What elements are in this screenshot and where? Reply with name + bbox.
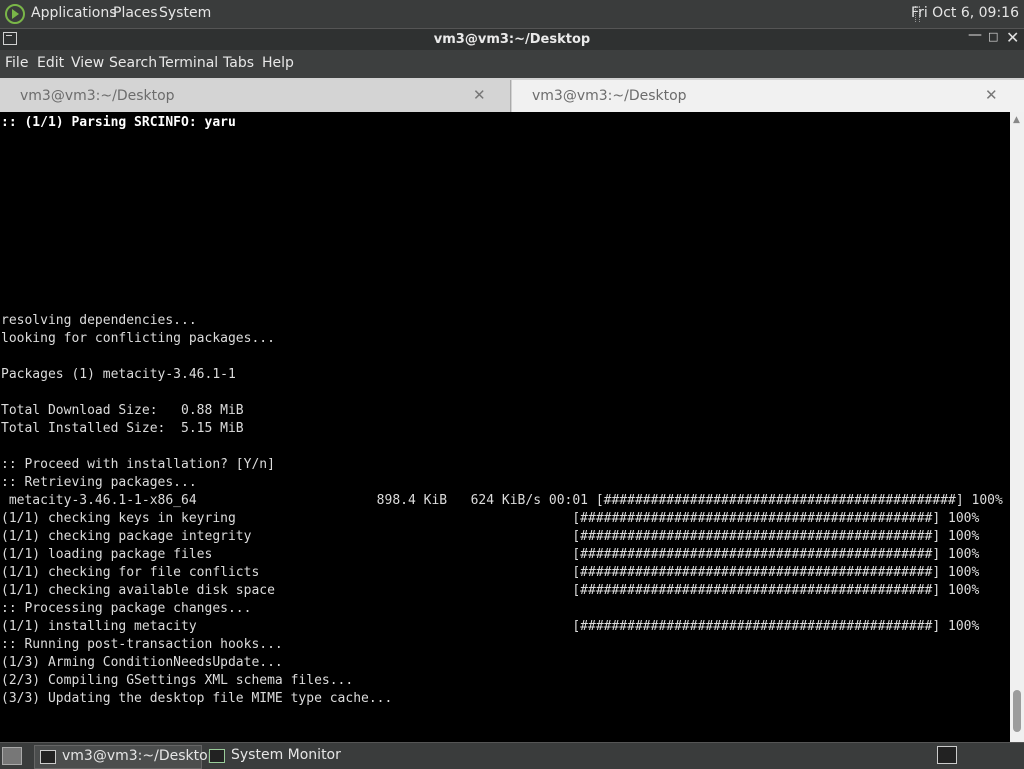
places-menu[interactable]: Places: [113, 5, 158, 21]
task-label: System Monitor: [231, 747, 341, 763]
tab-label: vm3@vm3:~/Desktop: [532, 88, 687, 104]
menu-tabs[interactable]: Tabs: [223, 55, 254, 71]
terminal-header-line: :: (1/1) Parsing SRCINFO: yaru: [1, 115, 236, 130]
close-icon[interactable]: ✕: [473, 86, 486, 104]
menu-terminal[interactable]: Terminal: [159, 55, 218, 71]
scrollbar-thumb[interactable]: [1013, 690, 1021, 732]
distro-logo-icon[interactable]: [4, 3, 26, 25]
terminal-icon: [40, 750, 56, 764]
menu-help[interactable]: Help: [262, 55, 294, 71]
bottom-taskbar: vm3@vm3:~/Desktop System Monitor: [0, 742, 1024, 769]
terminal-body: resolving dependencies... looking for co…: [1, 313, 1003, 706]
maximize-button[interactable]: □: [988, 30, 998, 43]
tab-desktop-1[interactable]: vm3@vm3:~/Desktop ✕: [0, 80, 511, 112]
close-window-button[interactable]: ✕: [1006, 28, 1019, 47]
tab-label: vm3@vm3:~/Desktop: [20, 88, 175, 104]
applications-menu[interactable]: Applications: [31, 5, 117, 21]
window-title: vm3@vm3:~/Desktop: [433, 32, 591, 47]
scroll-up-icon[interactable]: ▲: [1013, 115, 1020, 125]
close-icon[interactable]: ✕: [985, 86, 998, 104]
minimize-button[interactable]: —: [968, 27, 982, 43]
terminal-output[interactable]: :: (1/1) Parsing SRCINFO: yaru resolving…: [0, 112, 1010, 742]
menu-file[interactable]: File: [5, 55, 28, 71]
task-label: vm3@vm3:~/Desktop: [62, 748, 217, 764]
menu-search[interactable]: Search: [109, 55, 157, 71]
show-desktop-button[interactable]: [2, 747, 22, 765]
top-panel: Applications Places System Fri Oct 6, 09…: [0, 0, 1024, 28]
taskbar-item-system-monitor[interactable]: System Monitor: [204, 745, 354, 767]
menu-view[interactable]: View: [71, 55, 104, 71]
tab-bar: vm3@vm3:~/Desktop ✕ vm3@vm3:~/Desktop ✕: [0, 78, 1024, 112]
tray-terminal-icon[interactable]: [937, 746, 957, 764]
clock[interactable]: Fri Oct 6, 09:16: [911, 5, 1019, 21]
window-titlebar[interactable]: vm3@vm3:~/Desktop — □ ✕: [0, 27, 1024, 51]
taskbar-item-terminal[interactable]: vm3@vm3:~/Desktop: [34, 745, 217, 769]
system-menu[interactable]: System: [159, 5, 211, 21]
system-monitor-icon: [209, 749, 225, 763]
tab-desktop-2[interactable]: vm3@vm3:~/Desktop ✕: [512, 80, 1024, 112]
terminal-scrollbar[interactable]: ▲: [1010, 112, 1024, 742]
menu-edit[interactable]: Edit: [37, 55, 64, 71]
menubar: File Edit View Search Terminal Tabs Help: [0, 50, 1024, 78]
